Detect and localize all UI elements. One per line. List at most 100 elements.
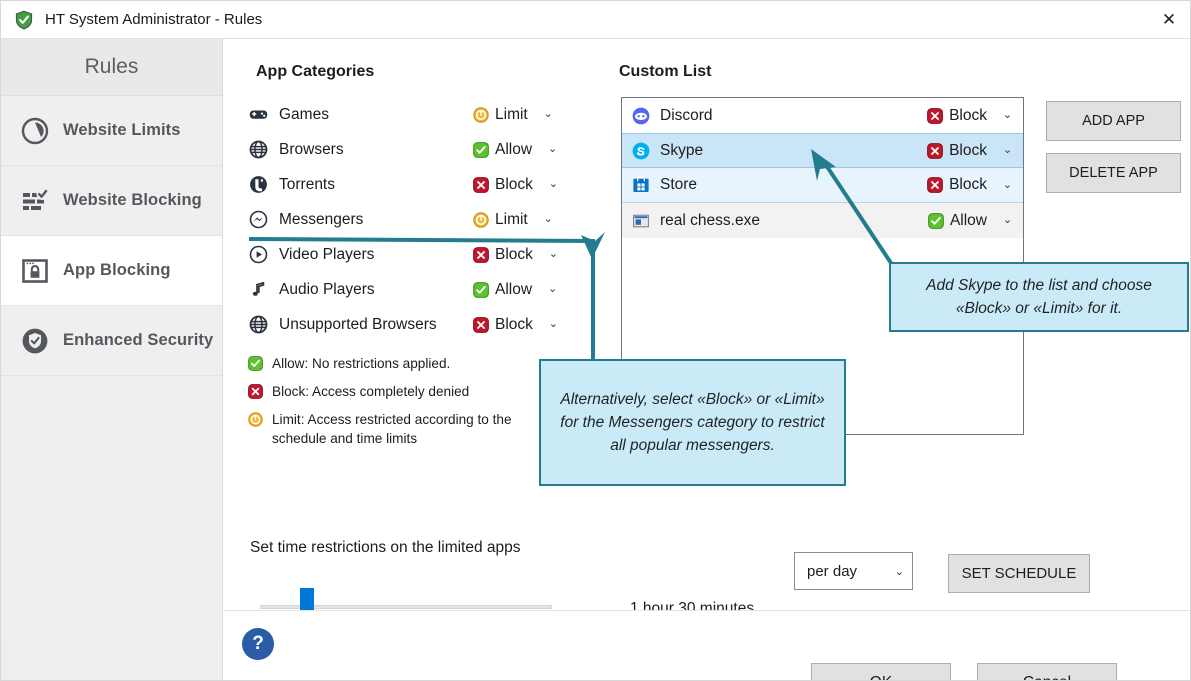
list-item-state-label: Block — [949, 176, 987, 193]
period-select[interactable]: per day ⌄ — [794, 552, 913, 590]
category-state-label: Limit — [495, 105, 528, 123]
chevron-down-icon[interactable]: ⌄ — [546, 284, 559, 295]
list-item-state-label: Block — [949, 141, 987, 159]
block-icon — [927, 107, 943, 124]
category-state-dropdown[interactable]: Block ⌄ — [473, 246, 569, 264]
category-state-dropdown[interactable]: Allow ⌄ — [473, 281, 569, 299]
legend-row-allow: Allow: No restrictions applied. — [248, 354, 538, 373]
chevron-down-icon[interactable]: ⌄ — [1001, 145, 1014, 156]
play-circle-icon — [249, 245, 268, 264]
callout-skype: Add Skype to the list and choose «Block»… — [889, 262, 1189, 332]
category-name: Browsers — [279, 140, 344, 158]
category-name: Video Players — [279, 245, 375, 263]
sidebar-item-enhanced-security[interactable]: Enhanced Security — [1, 306, 222, 376]
sidebar-item-website-limits[interactable]: Website Limits — [1, 96, 222, 166]
category-name: Games — [279, 105, 329, 123]
chevron-down-icon[interactable]: ⌄ — [547, 319, 560, 330]
shield-check-icon — [14, 10, 34, 30]
category-row[interactable]: Audio Players Allow ⌄ — [249, 272, 569, 307]
store-icon — [632, 176, 650, 194]
set-schedule-button[interactable]: SET SCHEDULE — [948, 554, 1090, 593]
close-icon[interactable]: ✕ — [1146, 1, 1190, 38]
ok-button[interactable]: OK — [811, 663, 951, 680]
chevron-down-icon[interactable]: ⌄ — [542, 214, 555, 225]
custom-list-title: Custom List — [619, 63, 712, 80]
category-state-dropdown[interactable]: Block ⌄ — [473, 316, 569, 334]
category-state-dropdown[interactable]: Limit ⌄ — [473, 211, 569, 229]
footer: ? OK Cancel — [224, 610, 1190, 680]
chevron-down-icon[interactable]: ⌄ — [1001, 215, 1014, 226]
chevron-down-icon[interactable]: ⌄ — [542, 109, 555, 120]
add-app-button[interactable]: ADD APP — [1046, 101, 1181, 141]
category-row[interactable]: Messengers Limit ⌄ — [249, 202, 569, 237]
list-item[interactable]: real chess.exe Allow ⌄ — [622, 203, 1023, 238]
sidebar-item-label: Enhanced Security — [63, 331, 214, 349]
allow-icon — [248, 356, 263, 371]
category-state-dropdown[interactable]: Block ⌄ — [473, 176, 569, 194]
category-name: Unsupported Browsers — [279, 315, 437, 333]
chevron-down-icon[interactable]: ⌄ — [547, 249, 560, 260]
messenger-icon — [249, 210, 268, 229]
limit-icon — [473, 106, 489, 123]
sidebar-filler — [1, 376, 222, 638]
category-state-label: Allow — [495, 140, 533, 158]
list-item-state-dropdown[interactable]: Block ⌄ — [927, 176, 1014, 194]
clock-pie-icon — [20, 116, 50, 146]
block-icon — [473, 316, 489, 333]
legend: Allow: No restrictions applied. Block: A… — [248, 354, 538, 457]
chevron-down-icon[interactable]: ⌄ — [1001, 110, 1014, 121]
list-item[interactable]: Skype Block ⌄ — [622, 133, 1023, 168]
category-name: Messengers — [279, 210, 364, 228]
category-state-label: Block — [495, 175, 533, 193]
torrent-icon — [249, 175, 268, 194]
legend-row-block: Block: Access completely denied — [248, 382, 538, 401]
block-icon — [927, 177, 943, 193]
sidebar-header: Rules — [1, 39, 222, 96]
chevron-down-icon[interactable]: ⌄ — [546, 144, 559, 155]
list-item[interactable]: Store Block ⌄ — [622, 168, 1023, 203]
delete-app-button[interactable]: DELETE APP — [1046, 153, 1181, 193]
chevron-down-icon[interactable]: ⌄ — [895, 565, 904, 578]
allow-icon — [473, 281, 489, 298]
chevron-down-icon[interactable]: ⌄ — [1001, 179, 1014, 191]
sidebar-item-app-blocking[interactable]: App Blocking — [1, 236, 222, 306]
list-item-state-dropdown[interactable]: Allow ⌄ — [928, 212, 1014, 230]
gamepad-icon — [249, 105, 268, 124]
globe-icon — [249, 315, 268, 334]
period-select-value: per day — [807, 562, 858, 580]
discord-icon — [632, 107, 650, 125]
category-state-dropdown[interactable]: Limit ⌄ — [473, 106, 569, 124]
category-row[interactable]: Video Players Block ⌄ — [249, 237, 569, 272]
limit-icon — [248, 412, 263, 427]
legend-text: Allow: No restrictions applied. — [272, 356, 451, 371]
chevron-down-icon[interactable]: ⌄ — [547, 179, 560, 190]
category-state-label: Block — [495, 245, 533, 263]
list-check-icon — [20, 186, 50, 216]
help-icon[interactable]: ? — [242, 628, 274, 660]
category-state-dropdown[interactable]: Allow ⌄ — [473, 141, 569, 159]
sidebar-item-website-blocking[interactable]: Website Blocking — [1, 166, 222, 236]
list-item-name: Store — [660, 176, 698, 193]
cancel-button[interactable]: Cancel — [977, 663, 1117, 680]
sidebar-item-label: Website Limits — [63, 121, 181, 139]
legend-text: Limit: Access restricted according to th… — [272, 412, 512, 446]
legend-row-limit: Limit: Access restricted according to th… — [248, 410, 538, 448]
category-name: Torrents — [279, 175, 335, 193]
window-lock-icon — [20, 256, 50, 286]
category-row[interactable]: Browsers Allow ⌄ — [249, 132, 569, 167]
category-state-label: Limit — [495, 210, 528, 228]
globe-icon — [249, 140, 268, 159]
category-row[interactable]: Unsupported Browsers Block ⌄ — [249, 307, 569, 342]
list-item-state-dropdown[interactable]: Block ⌄ — [927, 107, 1014, 125]
list-item-name: Skype — [660, 141, 704, 159]
block-icon — [473, 176, 489, 193]
app-categories-list: Games Limit ⌄ Browsers Allow ⌄ Torrents … — [249, 97, 569, 342]
category-name: Audio Players — [279, 280, 375, 298]
category-row[interactable]: Torrents Block ⌄ — [249, 167, 569, 202]
list-item[interactable]: Discord Block ⌄ — [622, 98, 1023, 133]
time-restrictions-label: Set time restrictions on the limited app… — [250, 539, 521, 556]
sidebar-item-label: App Blocking — [63, 261, 171, 279]
list-item-state-dropdown[interactable]: Block ⌄ — [927, 142, 1014, 160]
skype-icon — [632, 142, 650, 160]
category-row[interactable]: Games Limit ⌄ — [249, 97, 569, 132]
